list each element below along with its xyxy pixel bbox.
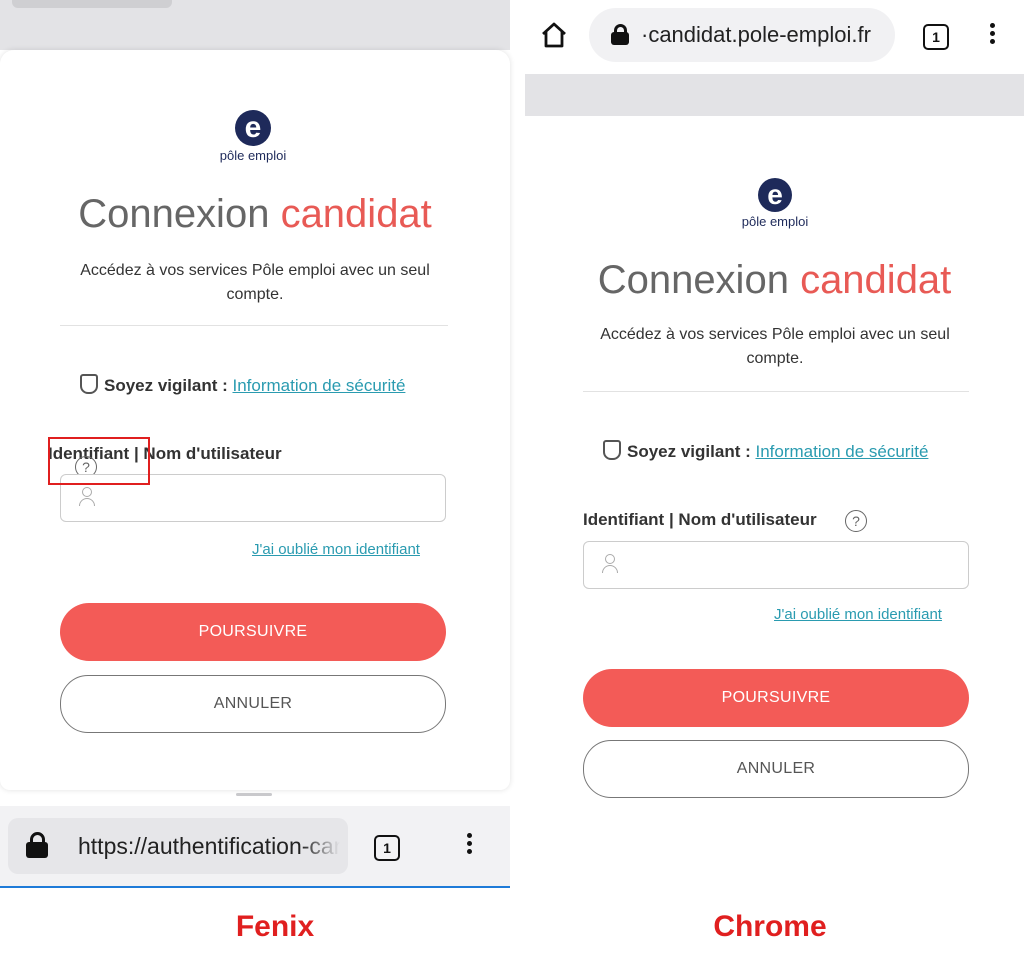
- cancel-button[interactable]: ANNULER: [60, 675, 446, 733]
- fenix-top-clip: [12, 0, 172, 8]
- fenix-caption: Fenix: [235, 910, 315, 943]
- logo-text: pôle emploi: [741, 214, 809, 229]
- fenix-url-text: https://authentification-candidat.pole-e…: [78, 832, 340, 859]
- cancel-button[interactable]: ANNULER: [583, 740, 969, 798]
- divider: [583, 391, 969, 392]
- menu-icon[interactable]: [467, 833, 473, 857]
- highlight-box: [48, 437, 150, 485]
- page-title-accent: candidat: [800, 258, 952, 302]
- user-icon: [79, 487, 95, 507]
- identifier-label: Identifiant | Nom d'utilisateur: [583, 510, 817, 529]
- security-notice: Soyez vigilant : Information de sécurité: [80, 374, 405, 396]
- menu-icon[interactable]: [990, 23, 996, 47]
- forgot-identifier-link[interactable]: J'ai oublié mon identifiant: [252, 541, 420, 558]
- lock-icon: [26, 832, 48, 858]
- page-subtitle: Accédez à vos services Pôle emploi avec …: [80, 262, 430, 303]
- help-icon[interactable]: ?: [845, 510, 867, 532]
- sheet-handle[interactable]: [236, 793, 272, 796]
- pole-emploi-logo: e: [758, 178, 792, 212]
- continue-button[interactable]: POURSUIVRE: [583, 669, 969, 727]
- chrome-strip: [525, 74, 1024, 116]
- lock-icon: [611, 24, 629, 46]
- security-info-link[interactable]: Information de sécurité: [755, 442, 928, 461]
- user-icon: [602, 554, 618, 574]
- chrome-url-bar[interactable]: ·candidat.pole-emploi.fr: [589, 8, 895, 62]
- pole-emploi-logo: e: [235, 110, 271, 146]
- divider: [60, 325, 448, 326]
- page-title-accent: candidat: [280, 192, 432, 236]
- shield-icon: [603, 440, 621, 460]
- forgot-identifier-link[interactable]: J'ai oublié mon identifiant: [774, 606, 942, 623]
- tabs-icon[interactable]: 1: [374, 835, 400, 861]
- security-info-link[interactable]: Information de sécurité: [232, 376, 405, 395]
- chrome-url-text: ·candidat.pole-emploi.fr: [641, 22, 871, 47]
- chrome-caption: Chrome: [713, 910, 827, 943]
- identifier-input[interactable]: [583, 541, 969, 589]
- continue-button[interactable]: POURSUIVRE: [60, 603, 446, 661]
- shield-icon: [80, 374, 98, 394]
- page-title: Connexion candidat: [597, 258, 952, 302]
- logo-text: pôle emploi: [219, 148, 287, 163]
- security-notice: Soyez vigilant : Information de sécurité: [603, 440, 928, 462]
- tabs-icon[interactable]: 1: [923, 24, 949, 50]
- home-icon[interactable]: [540, 22, 568, 48]
- fenix-url-bar[interactable]: https://authentification-candidat.pole-e…: [8, 818, 348, 874]
- page-subtitle: Accédez à vos services Pôle emploi avec …: [600, 326, 950, 367]
- page-title: Connexion candidat: [78, 192, 432, 236]
